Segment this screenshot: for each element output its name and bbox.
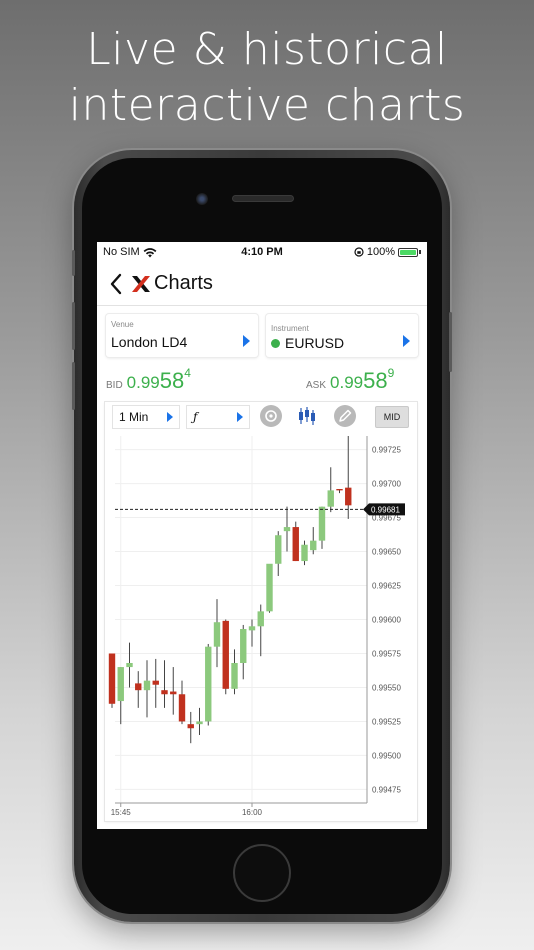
y-tick-label: 0.99600	[372, 616, 401, 625]
back-chevron-icon[interactable]	[107, 272, 127, 296]
phone-power-button	[449, 312, 452, 372]
mid-button[interactable]: MID	[375, 406, 409, 428]
candle-body	[117, 667, 124, 702]
candle-body	[257, 611, 264, 627]
candle-body	[231, 662, 238, 689]
pencil-draw-icon[interactable]	[333, 404, 357, 428]
front-camera	[196, 193, 208, 205]
candle-body	[187, 724, 194, 729]
candle-body	[345, 487, 352, 506]
instrument-status-dot	[271, 338, 280, 348]
candle-body	[310, 540, 317, 551]
bid-prefix: 0.99	[126, 373, 160, 392]
earpiece-speaker	[232, 195, 294, 202]
function-value: ƒ	[193, 410, 198, 424]
candle-body	[336, 489, 343, 491]
phone-volume-down	[72, 362, 75, 410]
candle-body	[301, 544, 308, 562]
status-bar: No SIM 4:10 PM 100%	[97, 242, 427, 262]
battery-percent: 100%	[366, 246, 395, 258]
function-arrow-icon	[237, 412, 243, 422]
candle-body	[196, 721, 203, 725]
y-tick-label: 0.99700	[372, 480, 401, 489]
battery-icon	[398, 247, 418, 257]
y-tick-label: 0.99625	[372, 582, 401, 591]
instrument-arrow-icon	[403, 335, 410, 347]
candle-body	[161, 690, 168, 695]
y-tick-label: 0.99725	[372, 446, 401, 455]
ask-label: ASK	[306, 380, 327, 391]
ask-price: ASK 0.99 58 9	[306, 366, 395, 394]
instrument-selector[interactable]: Instrument EURUSD	[266, 314, 418, 357]
y-tick-label: 0.99575	[372, 649, 401, 658]
instrument-value: EURUSD	[285, 335, 345, 351]
y-tick-label: 0.99550	[372, 683, 401, 692]
crosshair-icon[interactable]	[259, 404, 283, 428]
y-tick-label: 0.99500	[372, 751, 401, 760]
chart-panel: 1 Min ƒ MID 0.99725 0.99700 0.99675 0.99…	[105, 402, 417, 821]
y-tick-label: 0.99475	[372, 785, 401, 794]
function-select[interactable]: ƒ	[187, 406, 249, 428]
phone-mute-switch	[72, 250, 75, 276]
bid-pipette: 4	[184, 366, 191, 380]
phone-volume-up	[72, 302, 75, 350]
interval-value: 1 Min	[119, 410, 149, 424]
app-screen: No SIM 4:10 PM 100% Charts Venue London …	[97, 242, 427, 829]
candle-body	[318, 506, 326, 541]
app-logo-icon	[132, 276, 150, 292]
venue-label: Venue	[111, 320, 134, 329]
headline-line-2: interactive charts	[68, 80, 466, 131]
ask-pipette: 9	[387, 366, 395, 380]
candle-body	[143, 680, 151, 691]
candle-body	[108, 653, 116, 704]
candlestick-chart[interactable]: 0.997250.997000.996750.996500.996250.996…	[105, 430, 417, 821]
y-tick-label: 0.99525	[372, 717, 401, 726]
candle-body	[275, 535, 282, 564]
candle-body	[222, 620, 229, 689]
home-button[interactable]	[233, 844, 291, 902]
candle-body	[283, 527, 291, 532]
candle-body	[205, 646, 212, 722]
y-tick-label: 0.99650	[372, 548, 401, 557]
interval-select[interactable]: 1 Min	[113, 406, 179, 428]
candle-body	[178, 694, 186, 722]
candle-body	[152, 680, 159, 685]
bid-big-figure: 58	[159, 368, 185, 393]
candle-body	[248, 626, 256, 631]
candle-body	[327, 490, 334, 507]
candlestick-type-icon[interactable]	[295, 404, 319, 428]
x-tick-label: 15:45	[111, 808, 132, 817]
candle-body	[240, 629, 247, 663]
venue-selector[interactable]: Venue London LD4	[106, 314, 258, 357]
venue-value: London LD4	[111, 334, 188, 350]
ask-big-figure: 58	[363, 368, 388, 393]
venue-arrow-icon	[243, 335, 250, 347]
candle-body	[266, 563, 273, 612]
candle-body	[213, 622, 221, 647]
candle-body	[170, 691, 177, 695]
headline-line-1: Live & historical	[86, 24, 448, 75]
x-tick-label: 16:00	[242, 808, 263, 817]
nav-bar: Charts	[97, 262, 427, 306]
bid-price: BID 0.99 58 4	[106, 366, 191, 394]
page-title: Charts	[154, 272, 213, 294]
candle-body	[126, 662, 133, 668]
battery-tip	[419, 250, 421, 254]
interval-arrow-icon	[167, 412, 173, 422]
orientation-lock-icon	[354, 247, 364, 257]
instrument-label: Instrument	[271, 324, 309, 333]
ask-prefix: 0.99	[330, 373, 364, 392]
candle-body	[292, 527, 299, 562]
candle-body	[135, 683, 142, 691]
current-price-label: 0.99681	[371, 505, 400, 514]
bid-label: BID	[106, 380, 123, 391]
headline: Live & historical interactive charts	[0, 22, 534, 134]
